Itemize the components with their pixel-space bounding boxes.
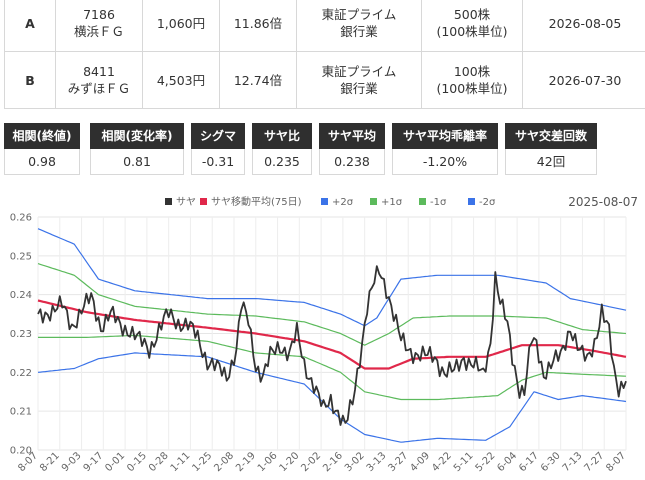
legend-label: +1σ	[381, 197, 403, 208]
x-tick-label: 6-17	[517, 450, 541, 474]
pair-row-b: B 8411 みずほＦＧ 4,503円 12.74倍 東証プライム 銀行業 100株 (100株…	[4, 51, 645, 109]
metric-label: サヤ平均乖離率	[392, 123, 498, 149]
metric-1: 相関(変化率) 0.81	[90, 123, 184, 175]
earnings-date: 2026-07-30	[522, 51, 645, 109]
x-tick-label: 4-22	[430, 450, 454, 474]
x-tick-label: 9-17	[82, 450, 106, 474]
share-quantity: 100株	[453, 64, 491, 79]
pair-row-a: A 7186 横浜ＦＧ 1,060円 11.86倍 東証プライム 銀行業 500株 (100株単…	[4, 0, 645, 52]
legend-swatch	[165, 198, 172, 205]
chart-date-label: 2025-08-07	[568, 195, 638, 209]
pair-table: A 7186 横浜ＦＧ 1,060円 11.86倍 東証プライム 銀行業 500株 (100株単…	[4, 0, 645, 109]
x-tick-label: 3-27	[387, 450, 411, 474]
metric-label: シグマ	[191, 123, 245, 149]
metric-value: -1.20%	[392, 149, 498, 175]
y-tick-label: 0.21	[10, 407, 32, 418]
share-quantity: 500株	[453, 7, 491, 22]
x-tick-label: 4-09	[408, 450, 432, 474]
stock-per: 11.86倍	[219, 0, 297, 52]
legend-swatch	[200, 198, 207, 205]
market-name: 東証プライム	[321, 7, 397, 22]
metric-label: サヤ平均	[319, 123, 385, 149]
x-tick-label: 7-13	[561, 450, 585, 474]
legend-label: -2σ	[479, 197, 496, 208]
y-tick-label: 0.25	[10, 251, 32, 262]
metric-label: 相関(終値)	[4, 123, 80, 149]
metric-value: 0.81	[90, 149, 184, 175]
unit-cell: 100株 (100株単位)	[421, 51, 523, 109]
x-tick-label: 2-08	[212, 450, 236, 474]
x-tick-label: 2-16	[321, 450, 345, 474]
x-tick-label: 8-21	[38, 450, 62, 474]
x-tick-label: 2-19	[234, 450, 258, 474]
stock-name: 横浜ＦＧ	[73, 24, 124, 39]
y-tick-label: 0.22	[10, 368, 32, 379]
x-tick-label: 8-07	[604, 450, 628, 474]
legend-swatch	[321, 198, 328, 205]
metric-value: 0.235	[252, 149, 312, 175]
unit-note: (100株単位)	[436, 81, 508, 96]
market-cell: 東証プライム 銀行業	[296, 51, 422, 109]
metric-value: 0.238	[319, 149, 385, 175]
spread-chart: 0.260.250.240.230.220.210.208-078-219-03…	[10, 195, 638, 474]
metric-value: 0.98	[4, 149, 80, 175]
stock-name-cell[interactable]: 7186 横浜ＦＧ	[55, 0, 143, 52]
metric-2: シグマ -0.31	[191, 123, 245, 175]
stock-name-cell[interactable]: 8411 みずほＦＧ	[55, 51, 143, 109]
x-tick-label: 0-28	[147, 450, 171, 474]
market-name: 東証プライム	[321, 64, 397, 79]
legend-swatch	[370, 198, 377, 205]
metric-value: 42回	[505, 149, 597, 175]
x-tick-label: 7-27	[583, 450, 607, 474]
x-tick-label: 0-01	[103, 450, 127, 474]
metric-label: サヤ比	[252, 123, 312, 149]
metric-6: サヤ交差回数 42回	[505, 123, 597, 175]
metric-4: サヤ平均 0.238	[319, 123, 385, 175]
x-tick-label: 6-04	[495, 450, 519, 474]
x-tick-label: 1-20	[278, 450, 302, 474]
legend-label: サヤ移動平均(75日)	[211, 195, 302, 208]
pair-label: A	[4, 0, 56, 52]
metric-3: サヤ比 0.235	[252, 123, 312, 175]
legend-label: サヤ	[176, 196, 196, 208]
metric-label: サヤ交差回数	[505, 123, 597, 149]
metric-label: 相関(変化率)	[90, 123, 184, 149]
x-tick-label: 1-25	[191, 450, 215, 474]
x-tick-label: 5-11	[452, 450, 476, 474]
legend-label: +2σ	[332, 197, 354, 208]
stock-price: 1,060円	[142, 0, 220, 52]
stock-code: 8411	[83, 64, 115, 79]
metric-5: サヤ平均乖離率 -1.20%	[392, 123, 498, 175]
earnings-date: 2026-08-05	[522, 0, 645, 52]
unit-note: (100株単位)	[436, 24, 508, 39]
y-tick-label: 0.23	[10, 329, 32, 340]
stock-price: 4,503円	[142, 51, 220, 109]
unit-cell: 500株 (100株単位)	[421, 0, 523, 52]
x-tick-label: 3-13	[365, 450, 389, 474]
stock-code: 7186	[83, 7, 115, 22]
x-tick-label: 9-03	[60, 450, 84, 474]
stock-name: みずほＦＧ	[67, 81, 131, 96]
pair-label: B	[4, 51, 56, 109]
x-tick-label: 6-30	[539, 450, 563, 474]
legend-swatch	[419, 198, 426, 205]
y-tick-label: 0.26	[10, 213, 32, 224]
stock-per: 12.74倍	[219, 51, 297, 109]
y-tick-label: 0.24	[10, 290, 32, 301]
market-cell: 東証プライム 銀行業	[296, 0, 422, 52]
x-tick-label: 1-11	[169, 450, 193, 474]
metric-0: 相関(終値) 0.98	[4, 123, 80, 175]
legend-label: -1σ	[430, 197, 447, 208]
x-tick-label: 0-15	[125, 450, 149, 474]
series-line-2	[37, 228, 627, 327]
x-tick-label: 3-02	[343, 450, 367, 474]
series-line-0	[37, 265, 627, 426]
x-tick-label: 5-22	[474, 450, 498, 474]
sector-name: 銀行業	[340, 24, 378, 39]
metric-value: -0.31	[191, 149, 245, 175]
sector-name: 銀行業	[340, 81, 378, 96]
x-tick-label: 1-06	[256, 450, 280, 474]
legend-swatch	[468, 198, 475, 205]
x-tick-label: 2-02	[299, 450, 323, 474]
